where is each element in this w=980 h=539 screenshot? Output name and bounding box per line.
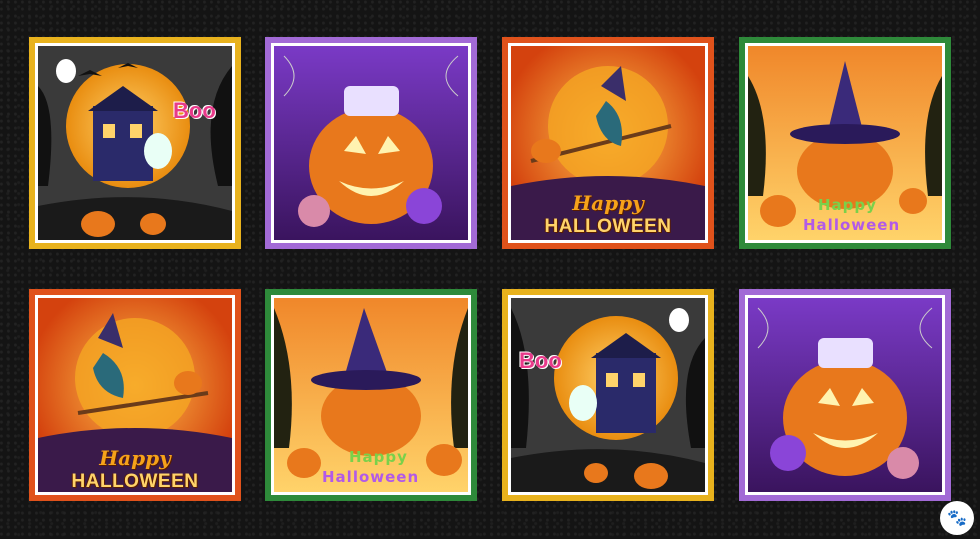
panel-pumpkin-hat-1: Happy Halloween [739,37,951,249]
halloween-text: Halloween [803,216,901,234]
candy-bucket-scene [748,298,942,492]
boo-text: Boo [173,98,216,123]
haunted-house-scene [38,46,232,240]
halloween-text: HALLOWEEN [544,216,672,237]
boo-text: Boo [519,348,562,373]
paw-icon: 🐾 [940,501,974,535]
panel-candy-bucket-2 [739,289,951,501]
candy-bucket-scene [274,46,468,240]
halloween-text: Halloween [322,468,420,486]
panel-pumpkin-hat-2: Happy Halloween [265,289,477,501]
panel-haunted-house-1: Boo [29,37,241,249]
panel-haunted-house-2: Boo [502,289,714,501]
panel-candy-bucket-1 [265,37,477,249]
happy-text: Happy [818,196,877,214]
haunted-house-scene [511,298,705,492]
happy-text: Happy [349,448,408,466]
halloween-text: HALLOWEEN [71,471,199,492]
happy-text: Happy [572,191,644,215]
panel-witch-1: Happy HALLOWEEN [502,37,714,249]
panel-witch-2: Happy HALLOWEEN [29,289,241,501]
happy-text: Happy [99,446,171,470]
